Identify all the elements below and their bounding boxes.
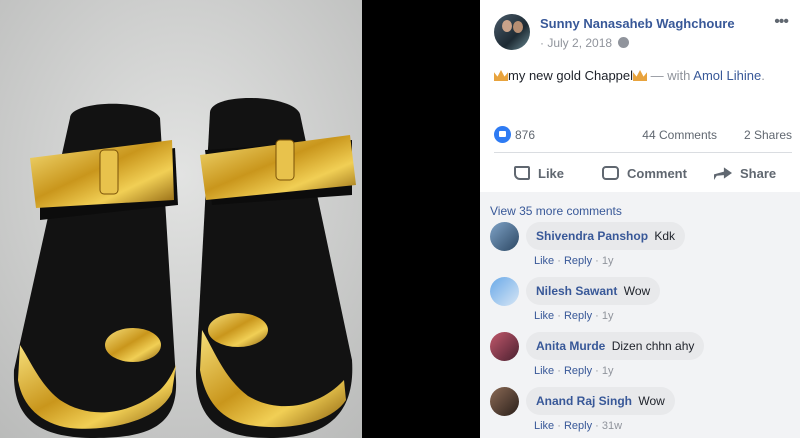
shares-count[interactable]: 2 Shares	[744, 128, 792, 142]
comment-sep: ·	[592, 310, 602, 322]
commenter-avatar[interactable]	[490, 277, 519, 306]
share-label: Share	[740, 165, 777, 181]
comment-age[interactable]: 1y	[602, 365, 614, 377]
comment-sep: ·	[554, 255, 564, 267]
commenter-name[interactable]: Anand Raj Singh	[536, 394, 632, 408]
commenter-name[interactable]: Nilesh Sawant	[536, 284, 617, 298]
caption-text: my new gold Chappel	[508, 68, 634, 83]
comment-bubble: Nilesh Sawant Wow	[526, 277, 661, 305]
like-icon	[514, 166, 530, 180]
tagged-user[interactable]: Amol Lihine	[693, 68, 761, 83]
like-label: Like	[538, 165, 565, 181]
post-date-sep: ·	[540, 36, 544, 50]
comment-sep: ·	[554, 365, 564, 377]
comment-text: Wow	[623, 284, 651, 298]
comment-sep: ·	[554, 420, 564, 432]
comment-sep: ·	[554, 310, 564, 322]
comment-actions: Like · Reply · 1y	[534, 255, 614, 267]
comment-text: Kdk	[654, 229, 676, 243]
comment-reply-link[interactable]: Reply	[564, 255, 592, 267]
view-more-comments-link[interactable]: View 35 more comments	[490, 204, 622, 218]
share-icon	[714, 167, 732, 180]
comment-button[interactable]: Comment	[602, 156, 687, 190]
comments-section: View 35 more comments Shivendra Panshop …	[480, 192, 800, 438]
post-stats: 876 44 Comments 2 Shares	[494, 126, 792, 144]
comment-actions: Like · Reply · 31w	[534, 420, 622, 432]
comment-sep: ·	[592, 255, 602, 267]
comment-text: Dizen chhn ahy	[611, 339, 695, 353]
comment-sep: ·	[592, 420, 602, 432]
commenter-name[interactable]: Shivendra Panshop	[536, 229, 648, 243]
comment-label: Comment	[627, 165, 687, 181]
post-meta: · July 2, 2018	[540, 36, 630, 50]
comment-bubble: Anand Raj Singh Wow	[526, 387, 675, 415]
post-header: Sunny Nanasaheb Waghchoure · July 2, 201…	[494, 14, 794, 56]
action-bar: Like Comment Share	[494, 156, 792, 190]
comment-item: Nilesh Sawant Wow Like · Reply · 1y	[490, 277, 790, 327]
commenter-avatar[interactable]	[490, 332, 519, 361]
comment-age[interactable]: 1y	[602, 310, 614, 322]
comment-item: Shivendra Panshop Kdk Like · Reply · 1y	[490, 222, 790, 272]
author-name[interactable]: Sunny Nanasaheb Waghchoure	[540, 16, 735, 31]
comment-text: Wow	[638, 394, 665, 408]
reaction-count[interactable]: 876	[515, 128, 535, 142]
commenter-avatar[interactable]	[490, 387, 519, 416]
like-reaction-icon	[494, 126, 511, 143]
comment-bubble: Anita Murde Dizen chhn ahy	[526, 332, 705, 360]
commenter-avatar[interactable]	[490, 222, 519, 251]
divider	[494, 152, 792, 153]
comment-sep: ·	[592, 365, 602, 377]
comment-like-link[interactable]: Like	[534, 365, 554, 377]
globe-icon	[618, 37, 630, 48]
comment-age[interactable]: 1y	[602, 255, 614, 267]
comment-like-link[interactable]: Like	[534, 310, 554, 322]
comment-item: Anita Murde Dizen chhn ahy Like · Reply …	[490, 332, 790, 382]
comment-like-link[interactable]: Like	[534, 420, 554, 432]
commenter-name[interactable]: Anita Murde	[536, 339, 605, 353]
comment-age[interactable]: 31w	[602, 420, 622, 432]
comment-actions: Like · Reply · 1y	[534, 310, 614, 322]
comment-bubble: Shivendra Panshop Kdk	[526, 222, 686, 250]
like-button[interactable]: Like	[514, 156, 564, 190]
author-avatar[interactable]	[494, 14, 530, 50]
caption-end: .	[761, 68, 765, 83]
post-caption: my new gold Chappel — with Amol Lihine.	[494, 68, 794, 83]
comment-actions: Like · Reply · 1y	[534, 365, 614, 377]
comment-reply-link[interactable]: Reply	[564, 420, 592, 432]
comments-count[interactable]: 44 Comments	[642, 128, 717, 142]
crown-emoji-icon	[633, 70, 648, 81]
sandals-image	[0, 0, 362, 438]
caption-with: — with	[647, 68, 694, 83]
right-sandal	[195, 98, 356, 438]
more-options-icon[interactable]: •••	[774, 14, 789, 30]
comment-like-link[interactable]: Like	[534, 255, 554, 267]
post-date[interactable]: July 2, 2018	[547, 36, 612, 50]
comment-item: Anand Raj Singh Wow Like · Reply · 31w	[490, 387, 790, 437]
post-photo[interactable]	[0, 0, 362, 438]
comment-reply-link[interactable]: Reply	[564, 365, 592, 377]
share-button[interactable]: Share	[714, 156, 776, 190]
comment-reply-link[interactable]: Reply	[564, 310, 592, 322]
post-panel: Sunny Nanasaheb Waghchoure · July 2, 201…	[480, 0, 800, 438]
comment-icon	[602, 166, 619, 180]
crown-emoji-icon	[494, 70, 508, 81]
